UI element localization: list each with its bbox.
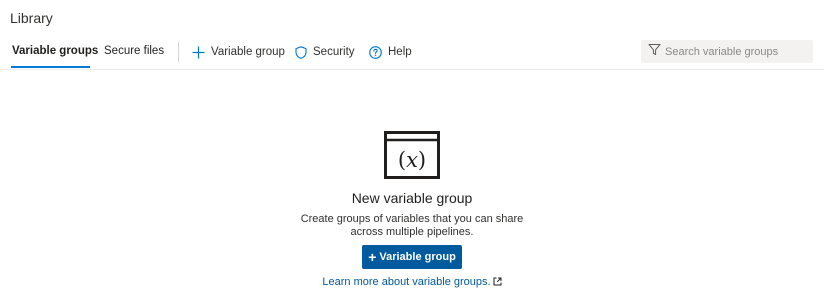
search-box[interactable] [641,40,813,63]
learn-more-link[interactable]: Learn more about variable groups. [0,276,824,289]
svg-text:(x): (x) [398,148,426,172]
help-label: Help [388,46,412,58]
shield-icon [295,45,307,59]
add-variable-group-label: Variable group [211,46,285,58]
active-tab-indicator [11,66,90,68]
external-link-icon [493,277,502,289]
new-variable-group-button[interactable]: + Variable group [362,245,462,269]
page-title: Library [10,10,53,26]
add-variable-group-command[interactable]: Variable group [192,43,285,61]
tab-divider [178,42,179,62]
tab-variable-groups[interactable]: Variable groups [12,45,98,57]
variable-group-icon: (x) [384,131,440,184]
plus-icon: + [368,249,377,265]
empty-state-title: New variable group [351,190,473,206]
help-command[interactable]: Help [369,43,412,61]
empty-state-description: Create groups of variables that you can … [300,213,524,238]
security-command[interactable]: Security [295,43,355,61]
tab-secure-files[interactable]: Secure files [104,45,164,57]
filter-icon [648,43,661,61]
security-label: Security [313,46,355,58]
plus-icon [192,46,205,59]
help-icon [369,45,382,59]
new-variable-group-button-label: Variable group [379,251,456,263]
learn-more-link-text: Learn more about variable groups. [322,276,491,288]
search-input[interactable] [665,45,805,58]
